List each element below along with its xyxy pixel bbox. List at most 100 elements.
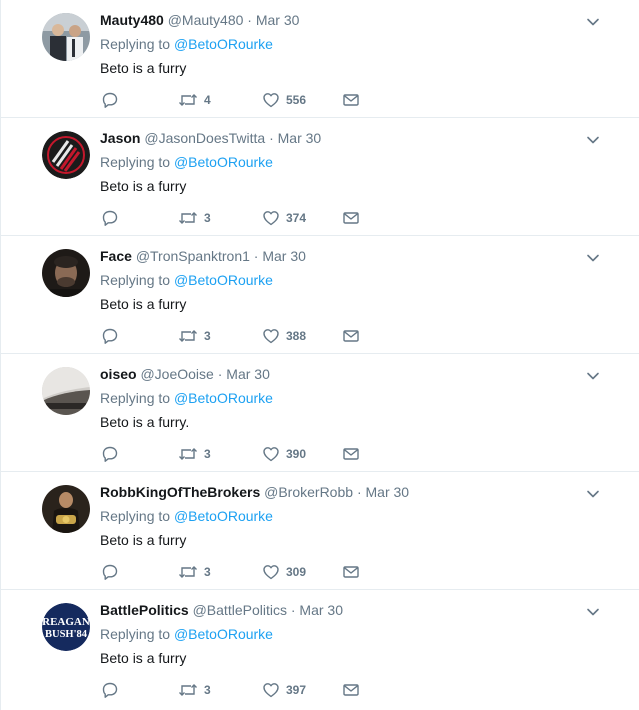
replying-to: Replying to @BetoORourke xyxy=(100,507,273,525)
display-name[interactable]: Jason xyxy=(100,130,140,146)
user-handle[interactable]: @TronSpanktron1 xyxy=(136,248,250,264)
tweet-header: oiseo @JoeOoise · Mar 30 xyxy=(100,365,270,383)
user-handle[interactable]: @Mauty480 xyxy=(168,12,244,28)
like-button[interactable]: 390 xyxy=(262,444,306,464)
tweet-text: Beto is a furry. xyxy=(100,414,190,430)
tweet[interactable]: oiseo @JoeOoise · Mar 30 Replying to @Be… xyxy=(1,354,639,472)
tweet-text: Beto is a furry xyxy=(100,296,187,312)
retweet-icon xyxy=(178,681,198,699)
like-button[interactable]: 397 xyxy=(262,680,306,700)
retweet-button[interactable]: 3 xyxy=(178,562,211,582)
display-name[interactable]: Face xyxy=(100,248,132,264)
retweet-button[interactable]: 4 xyxy=(178,90,211,110)
timestamp[interactable]: Mar 30 xyxy=(256,12,300,28)
tweet-actions: 3 390 xyxy=(101,444,371,464)
chevron-down-icon[interactable] xyxy=(585,250,601,266)
chevron-down-icon[interactable] xyxy=(585,14,601,30)
like-button[interactable]: 374 xyxy=(262,208,306,228)
retweet-button[interactable]: 3 xyxy=(178,326,211,346)
user-handle[interactable]: @BrokerRobb xyxy=(264,484,353,500)
direct-message-button[interactable] xyxy=(342,90,360,110)
display-name[interactable]: Mauty480 xyxy=(100,12,164,28)
mention-link[interactable]: @BetoORourke xyxy=(174,154,273,170)
retweet-button[interactable]: 3 xyxy=(178,208,211,228)
timestamp[interactable]: Mar 30 xyxy=(299,602,343,618)
replying-to-label: Replying to xyxy=(100,626,171,642)
like-button[interactable]: 556 xyxy=(262,90,306,110)
avatar[interactable] xyxy=(42,367,90,415)
tweet-text: Beto is a furry xyxy=(100,60,187,76)
chevron-down-icon[interactable] xyxy=(585,132,601,148)
avatar-text-top: REAGAN xyxy=(42,616,90,628)
heart-icon xyxy=(262,209,280,227)
reply-icon xyxy=(101,445,119,463)
timestamp[interactable]: Mar 30 xyxy=(366,484,410,500)
tweet[interactable]: RobbKingOfTheBrokers @BrokerRobb · Mar 3… xyxy=(1,472,639,590)
direct-message-button[interactable] xyxy=(342,208,360,228)
display-name[interactable]: BattlePolitics xyxy=(100,602,189,618)
reply-button[interactable] xyxy=(101,90,119,110)
retweet-button[interactable]: 3 xyxy=(178,444,211,464)
tweet-actions: 3 309 xyxy=(101,562,371,582)
heart-icon xyxy=(262,91,280,109)
separator-dot: · xyxy=(217,366,223,382)
envelope-icon xyxy=(342,327,360,345)
envelope-icon xyxy=(342,209,360,227)
tweet-text: Beto is a furry xyxy=(100,178,187,194)
timestamp[interactable]: Mar 30 xyxy=(278,130,322,146)
mention-link[interactable]: @BetoORourke xyxy=(174,626,273,642)
retweet-count: 3 xyxy=(204,211,211,225)
tweet-header: RobbKingOfTheBrokers @BrokerRobb · Mar 3… xyxy=(100,483,409,501)
retweet-button[interactable]: 3 xyxy=(178,680,211,700)
reply-icon xyxy=(101,563,119,581)
chevron-down-icon[interactable] xyxy=(585,486,601,502)
display-name[interactable]: oiseo xyxy=(100,366,137,382)
like-button[interactable]: 309 xyxy=(262,562,306,582)
mention-link[interactable]: @BetoORourke xyxy=(174,390,273,406)
mention-link[interactable]: @BetoORourke xyxy=(174,272,273,288)
timestamp[interactable]: Mar 30 xyxy=(226,366,270,382)
tweet-header: Mauty480 @Mauty480 · Mar 30 xyxy=(100,11,299,29)
user-handle[interactable]: @JasonDoesTwitta xyxy=(144,130,265,146)
avatar[interactable] xyxy=(42,485,90,533)
tweet-text: Beto is a furry xyxy=(100,650,187,666)
tweet-text: Beto is a furry xyxy=(100,532,187,548)
heart-icon xyxy=(262,563,280,581)
tweet[interactable]: Mauty480 @Mauty480 · Mar 30 Replying to … xyxy=(1,0,639,118)
mention-link[interactable]: @BetoORourke xyxy=(174,36,273,52)
replying-to-label: Replying to xyxy=(100,272,171,288)
display-name[interactable]: RobbKingOfTheBrokers xyxy=(100,484,260,500)
avatar[interactable] xyxy=(42,131,90,179)
mention-link[interactable]: @BetoORourke xyxy=(174,508,273,524)
direct-message-button[interactable] xyxy=(342,326,360,346)
tweet-header: Jason @JasonDoesTwitta · Mar 30 xyxy=(100,129,321,147)
replying-to: Replying to @BetoORourke xyxy=(100,35,273,53)
direct-message-button[interactable] xyxy=(342,562,360,582)
chevron-down-icon[interactable] xyxy=(585,368,601,384)
chevron-down-icon[interactable] xyxy=(585,604,601,620)
avatar[interactable]: REAGAN BUSH'84 xyxy=(42,603,90,651)
reply-button[interactable] xyxy=(101,562,119,582)
reply-button[interactable] xyxy=(101,326,119,346)
direct-message-button[interactable] xyxy=(342,444,360,464)
reply-icon xyxy=(101,91,119,109)
direct-message-button[interactable] xyxy=(342,680,360,700)
tweet[interactable]: Face @TronSpanktron1 · Mar 30 Replying t… xyxy=(1,236,639,354)
replying-to: Replying to @BetoORourke xyxy=(100,153,273,171)
reply-button[interactable] xyxy=(101,208,119,228)
timestamp[interactable]: Mar 30 xyxy=(262,248,306,264)
tweet[interactable]: Jason @JasonDoesTwitta · Mar 30 Replying… xyxy=(1,118,639,236)
reply-button[interactable] xyxy=(101,680,119,700)
tweet-actions: 4 556 xyxy=(101,90,371,110)
tweet[interactable]: REAGAN BUSH'84 BattlePolitics @BattlePol… xyxy=(1,590,639,710)
user-handle[interactable]: @BattlePolitics xyxy=(193,602,287,618)
like-count: 556 xyxy=(286,93,307,107)
tweet-header: Face @TronSpanktron1 · Mar 30 xyxy=(100,247,306,265)
avatar[interactable] xyxy=(42,249,90,297)
like-button[interactable]: 388 xyxy=(262,326,306,346)
user-handle[interactable]: @JoeOoise xyxy=(140,366,213,382)
retweet-icon xyxy=(178,445,198,463)
avatar[interactable] xyxy=(42,13,90,61)
like-count: 374 xyxy=(286,211,307,225)
reply-button[interactable] xyxy=(101,444,119,464)
